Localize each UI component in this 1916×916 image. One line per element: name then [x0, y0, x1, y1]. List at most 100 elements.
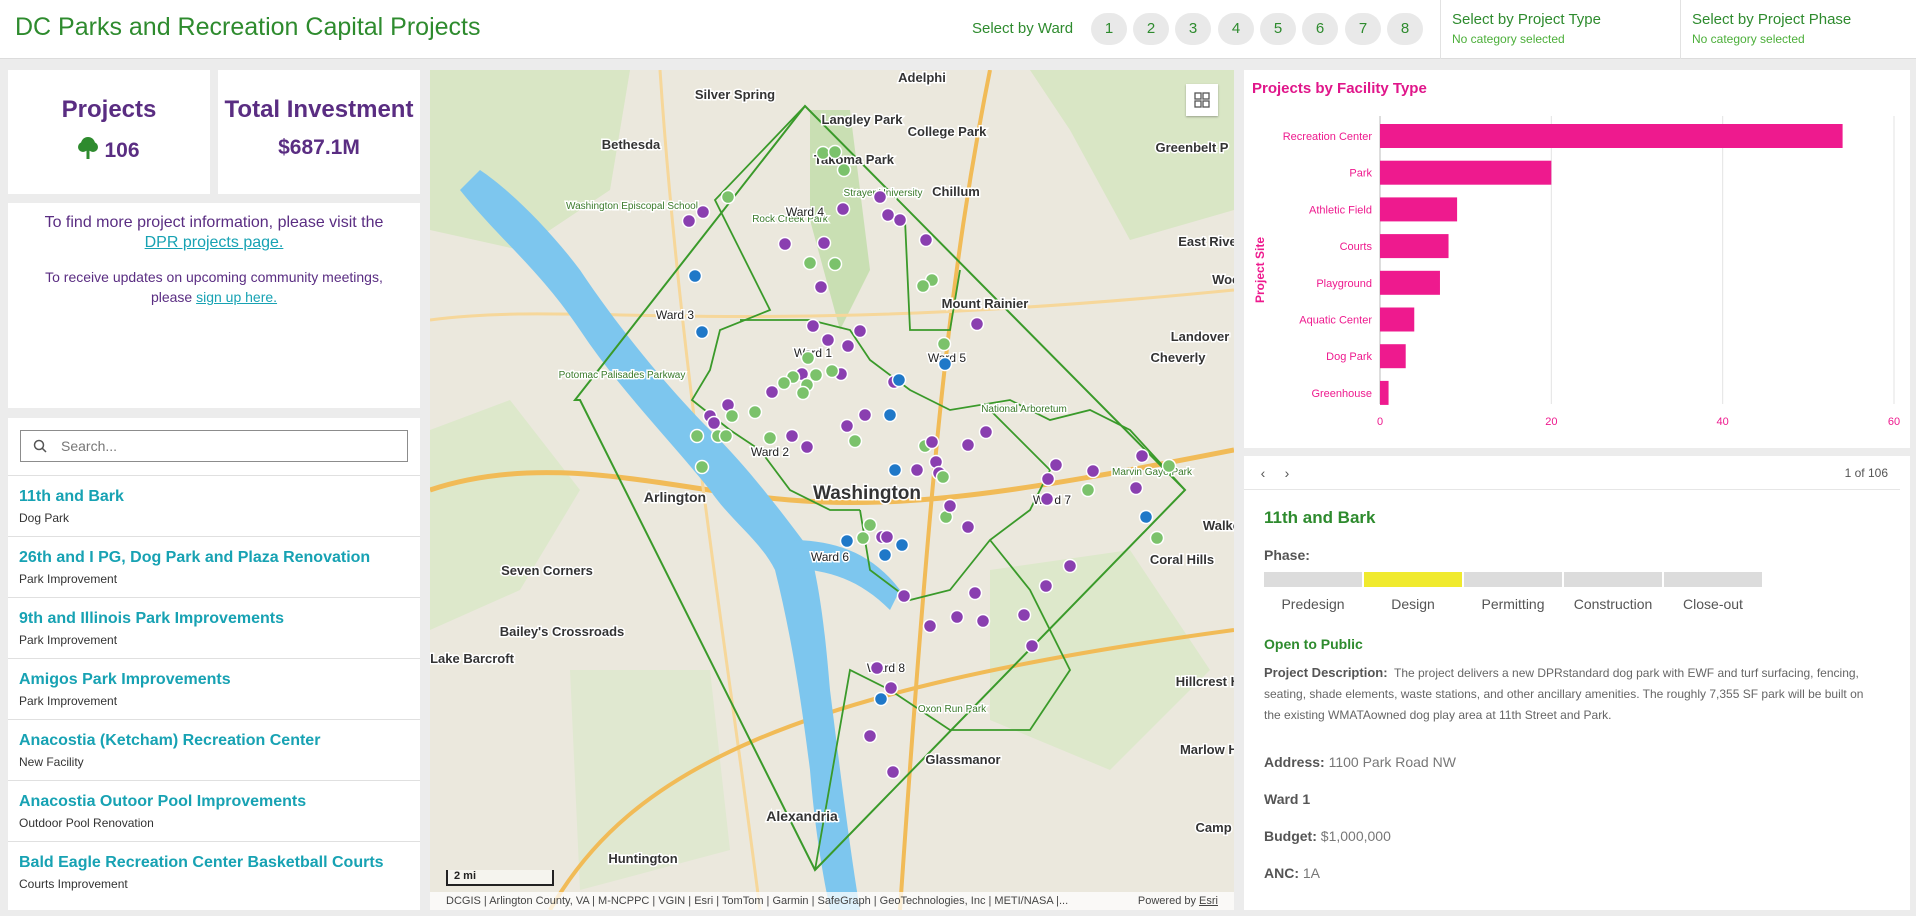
project-marker[interactable]	[1138, 509, 1154, 525]
project-marker[interactable]	[894, 537, 910, 553]
project-marker[interactable]	[869, 660, 885, 676]
project-marker[interactable]	[847, 433, 863, 449]
project-marker[interactable]	[839, 533, 855, 549]
project-marker[interactable]	[879, 529, 895, 545]
project-marker[interactable]	[883, 680, 899, 696]
project-marker[interactable]	[827, 144, 843, 160]
project-marker[interactable]	[942, 498, 958, 514]
project-marker[interactable]	[799, 439, 815, 455]
search-input[interactable]	[61, 435, 391, 457]
project-marker[interactable]	[909, 462, 925, 478]
project-marker[interactable]	[882, 407, 898, 423]
project-marker[interactable]	[747, 404, 763, 420]
project-type-filter[interactable]: Select by Project Type No category selec…	[1452, 11, 1601, 46]
project-marker[interactable]	[915, 278, 931, 294]
search-field[interactable]	[20, 430, 408, 462]
project-marker[interactable]	[924, 434, 940, 450]
project-marker[interactable]	[935, 469, 951, 485]
project-marker[interactable]	[978, 424, 994, 440]
project-marker[interactable]	[694, 459, 710, 475]
project-marker[interactable]	[764, 384, 780, 400]
project-marker[interactable]	[936, 336, 952, 352]
list-item[interactable]: 26th and I PG, Dog Park and Plaza Renova…	[8, 536, 420, 597]
project-marker[interactable]	[695, 204, 711, 220]
chart-bar[interactable]	[1380, 307, 1415, 332]
project-marker[interactable]	[815, 145, 831, 161]
project-phase-filter[interactable]: Select by Project Phase No category sele…	[1692, 11, 1851, 46]
project-marker[interactable]	[1085, 463, 1101, 479]
project-marker[interactable]	[937, 356, 953, 372]
project-marker[interactable]	[892, 212, 908, 228]
chart-bar[interactable]	[1380, 380, 1389, 405]
project-marker[interactable]	[852, 323, 868, 339]
project-marker[interactable]	[839, 418, 855, 434]
project-marker[interactable]	[880, 207, 896, 223]
project-marker[interactable]	[862, 517, 878, 533]
project-marker[interactable]	[1016, 607, 1032, 623]
ward-button-8[interactable]: 8	[1387, 13, 1423, 45]
project-marker[interactable]	[877, 547, 893, 563]
project-marker[interactable]	[681, 213, 697, 229]
project-marker[interactable]	[835, 201, 851, 217]
project-marker[interactable]	[960, 519, 976, 535]
project-marker[interactable]	[1149, 530, 1165, 546]
project-marker[interactable]	[1039, 491, 1055, 507]
project-marker[interactable]	[872, 189, 888, 205]
list-item[interactable]: Anacostia Outoor Pool Improvements Outdo…	[8, 780, 420, 841]
list-item[interactable]: 11th and Bark Dog Park	[8, 475, 420, 536]
project-marker[interactable]	[762, 430, 778, 446]
chevron-left-icon[interactable]: ‹	[1254, 464, 1272, 482]
project-marker[interactable]	[720, 189, 736, 205]
project-marker[interactable]	[1080, 482, 1096, 498]
esri-link[interactable]: Esri	[1199, 895, 1218, 907]
project-marker[interactable]	[1038, 578, 1054, 594]
project-marker[interactable]	[824, 363, 840, 379]
chart-bar[interactable]	[1380, 234, 1449, 259]
list-item[interactable]: Anacostia (Ketcham) Recreation Center Ne…	[8, 719, 420, 780]
project-marker[interactable]	[891, 372, 907, 388]
project-marker[interactable]	[820, 332, 836, 348]
project-marker[interactable]	[784, 428, 800, 444]
project-marker[interactable]	[949, 609, 965, 625]
project-marker[interactable]	[687, 268, 703, 284]
ward-button-1[interactable]: 1	[1091, 13, 1127, 45]
project-marker[interactable]	[724, 408, 740, 424]
project-marker[interactable]	[857, 407, 873, 423]
basemap-gallery-button[interactable]	[1186, 84, 1218, 116]
project-marker[interactable]	[840, 338, 856, 354]
chart-bar[interactable]	[1380, 270, 1440, 295]
project-marker[interactable]	[718, 428, 734, 444]
chart-bar[interactable]	[1380, 344, 1406, 369]
project-marker[interactable]	[777, 236, 793, 252]
project-marker[interactable]	[1040, 471, 1056, 487]
project-marker[interactable]	[969, 316, 985, 332]
project-marker[interactable]	[776, 375, 792, 391]
project-marker[interactable]	[1048, 457, 1064, 473]
project-marker[interactable]	[855, 530, 871, 546]
project-marker[interactable]	[1134, 448, 1150, 464]
dpr-projects-link[interactable]: DPR projects page.	[145, 234, 284, 251]
list-item[interactable]: 9th and Illinois Park Improvements Park …	[8, 597, 420, 658]
project-marker[interactable]	[813, 279, 829, 295]
project-marker[interactable]	[922, 618, 938, 634]
project-marker[interactable]	[960, 437, 976, 453]
map-canvas[interactable]: Silver Spring Adelphi Langley Park College …	[430, 70, 1234, 910]
chart-bar[interactable]	[1380, 197, 1458, 222]
chevron-right-icon[interactable]: ›	[1278, 464, 1296, 482]
project-marker[interactable]	[816, 235, 832, 251]
project-marker[interactable]	[836, 162, 852, 178]
sign-up-link[interactable]: sign up here.	[196, 289, 277, 305]
project-marker[interactable]	[967, 585, 983, 601]
ward-button-5[interactable]: 5	[1260, 13, 1296, 45]
project-marker[interactable]	[1161, 458, 1177, 474]
project-marker[interactable]	[800, 350, 816, 366]
project-marker[interactable]	[795, 385, 811, 401]
ward-button-2[interactable]: 2	[1133, 13, 1169, 45]
project-marker[interactable]	[975, 613, 991, 629]
project-marker[interactable]	[805, 318, 821, 334]
ward-button-6[interactable]: 6	[1302, 13, 1338, 45]
project-marker[interactable]	[918, 232, 934, 248]
project-marker[interactable]	[896, 588, 912, 604]
project-marker[interactable]	[887, 462, 903, 478]
ward-button-7[interactable]: 7	[1345, 13, 1381, 45]
